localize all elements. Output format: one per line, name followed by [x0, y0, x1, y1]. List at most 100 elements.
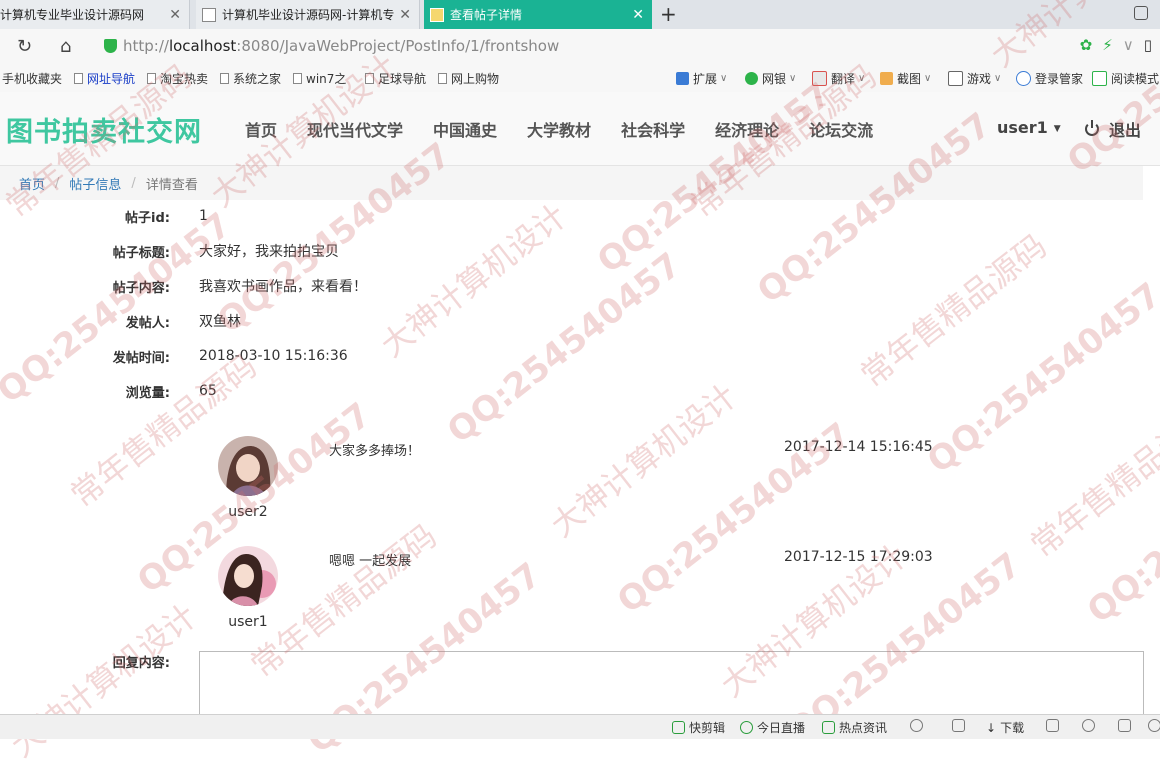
extension-item[interactable]: 登录管家 — [1016, 70, 1083, 87]
extension-item[interactable]: 截图 ∨ — [880, 70, 931, 87]
bookmark-item[interactable]: 网址导航 — [74, 70, 135, 87]
site-logo[interactable]: 图书拍卖社交网 — [6, 110, 202, 149]
breadcrumb-current: 详情查看 — [145, 177, 198, 193]
bank-icon — [745, 72, 758, 85]
close-tab-icon[interactable]: ✕ — [632, 7, 644, 23]
quick-clip-button[interactable]: 快剪辑 — [672, 719, 725, 736]
power-icon — [1085, 120, 1099, 136]
play-icon — [740, 721, 753, 734]
reply-time: 2017-12-15 17:29:03 — [784, 549, 933, 565]
reply-username[interactable]: user2 — [208, 504, 288, 520]
bookmarks-bar: 手机收藏夹 网址导航 淘宝热卖 系统之家 win7之 足球导航 网上购物 扩展 ∨… — [0, 63, 1160, 93]
new-tab-button[interactable]: + — [660, 2, 677, 26]
field-value: 双鱼林 — [199, 314, 241, 330]
browser-tab-bar: 计算机专业毕业设计源码网 ✕ 计算机毕业设计源码网-计算机专 ✕ 查看帖子详情 … — [0, 0, 1160, 30]
book-icon — [1092, 71, 1107, 86]
close-tab-icon[interactable]: ✕ — [399, 7, 411, 23]
browser-tab-2[interactable]: 计算机毕业设计源码网-计算机专 ✕ — [196, 0, 420, 29]
reply-time: 2017-12-14 15:16:45 — [784, 439, 933, 455]
download-button[interactable]: ↓ 下载 — [986, 719, 1024, 736]
page-icon — [74, 73, 83, 84]
field-post-content: 帖子内容: 我喜欢书画作品，来看看！ — [0, 276, 367, 296]
login-manager-icon — [1016, 71, 1031, 86]
nav-forum[interactable]: 论坛交流 — [794, 117, 888, 141]
browser-tab-1[interactable]: 计算机专业毕业设计源码网 ✕ — [0, 0, 190, 29]
watermark-text: QQ:254540457 — [440, 244, 689, 452]
field-value: 1 — [199, 208, 208, 224]
breadcrumb-post-info[interactable]: 帖子信息 — [69, 174, 121, 193]
nav-chinese-history[interactable]: 中国通史 — [418, 117, 512, 141]
field-value: 65 — [199, 383, 217, 399]
clock-icon[interactable] — [910, 719, 923, 732]
bookmark-item[interactable]: 系统之家 — [220, 70, 281, 87]
skin-icon[interactable] — [1134, 6, 1148, 20]
logout-button[interactable]: 退出 — [1085, 117, 1141, 141]
avatar — [218, 546, 278, 606]
pin-icon[interactable] — [952, 719, 965, 732]
field-post-id: 帖子id: 1 — [0, 206, 208, 226]
ie-icon[interactable] — [1082, 719, 1095, 732]
address-tools: ✿ ⚡ ∨ ▯ — [1080, 36, 1152, 54]
url-scheme: http:// — [123, 37, 169, 55]
window-icon[interactable] — [1118, 719, 1131, 732]
extension-item[interactable]: 阅读模式 — [1092, 70, 1159, 87]
avatar — [218, 436, 278, 496]
gamepad-icon — [948, 71, 963, 86]
security-shield-icon — [104, 39, 117, 53]
reply-item: user2 大家多多捧场！ 2017-12-14 15:16:45 — [0, 436, 1160, 536]
extension-item[interactable]: 翻译 ∨ — [812, 70, 865, 87]
breadcrumb: 首页 / 帖子信息 / 详情查看 — [0, 166, 1143, 200]
speed-icon[interactable]: ✿ — [1080, 36, 1093, 54]
live-button[interactable]: 今日直播 — [740, 719, 805, 736]
reply-username[interactable]: user1 — [208, 614, 288, 630]
field-label: 浏览量: — [125, 385, 170, 401]
bookmark-item[interactable]: 足球导航 — [365, 70, 426, 87]
refresh-icon[interactable]: ↻ — [17, 36, 32, 57]
translate-icon — [812, 71, 827, 86]
field-label: 发帖人: — [125, 315, 170, 331]
grid-icon — [676, 72, 689, 85]
browser-tab-active[interactable]: 查看帖子详情 ✕ — [424, 0, 652, 29]
watermark-text: 大神计算机设计 — [373, 196, 574, 365]
extension-item[interactable]: 扩展 ∨ — [676, 70, 727, 87]
nav-home[interactable]: 首页 — [230, 117, 292, 141]
flag-icon[interactable] — [1046, 719, 1059, 732]
field-view-count: 浏览量: 65 — [0, 381, 217, 401]
mobile-icon[interactable]: ▯ — [1144, 36, 1152, 54]
zoom-icon[interactable] — [1148, 719, 1160, 732]
page-icon — [220, 73, 229, 84]
news-icon — [822, 721, 835, 734]
bookmark-item[interactable]: 网上购物 — [438, 70, 499, 87]
site-header: 图书拍卖社交网 首页 现代当代文学 中国通史 大学教材 社会科学 经济理论 论坛… — [0, 92, 1160, 166]
field-label: 发帖时间: — [112, 350, 170, 366]
close-tab-icon[interactable]: ✕ — [169, 7, 181, 23]
url-input[interactable]: http://localhost:8080/JavaWebProject/Pos… — [123, 37, 559, 55]
home-icon[interactable]: ⌂ — [60, 36, 71, 57]
nav-modern-literature[interactable]: 现代当代文学 — [292, 117, 418, 141]
breadcrumb-home[interactable]: 首页 — [19, 174, 45, 193]
user-menu[interactable]: user1 ▼ — [997, 118, 1061, 137]
field-value: 我喜欢书画作品，来看看！ — [199, 279, 367, 295]
extension-item[interactable]: 网银 ∨ — [745, 70, 796, 87]
page-icon — [293, 73, 302, 84]
bookmark-item[interactable]: 手机收藏夹 — [2, 70, 62, 87]
dropdown-icon[interactable]: ∨ — [1123, 36, 1134, 54]
nav-textbooks[interactable]: 大学教材 — [512, 117, 606, 141]
field-value: 大家好，我来拍拍宝贝 — [199, 244, 339, 260]
extension-item[interactable]: 游戏 ∨ — [948, 70, 1001, 87]
browser-status-bar: 快剪辑 今日直播 热点资讯 ↓ 下载 — [0, 714, 1160, 739]
news-button[interactable]: 热点资讯 — [822, 719, 887, 736]
bookmark-item[interactable]: win7之 — [293, 70, 346, 87]
main-nav: 首页 现代当代文学 中国通史 大学教材 社会科学 经济理论 论坛交流 — [230, 92, 888, 165]
page-icon — [438, 73, 447, 84]
lightning-icon[interactable]: ⚡ — [1102, 36, 1113, 54]
url-host: localhost — [168, 37, 237, 55]
tab-favicon-icon — [430, 7, 444, 22]
nav-economics[interactable]: 经济理论 — [700, 117, 794, 141]
clip-icon — [672, 721, 685, 734]
bookmark-item[interactable]: 淘宝热卖 — [147, 70, 208, 87]
nav-social-science[interactable]: 社会科学 — [606, 117, 700, 141]
watermark-text: 常年售精品源码 — [853, 226, 1054, 395]
field-label: 帖子id: — [125, 210, 170, 226]
caret-down-icon: ▼ — [1053, 123, 1061, 134]
